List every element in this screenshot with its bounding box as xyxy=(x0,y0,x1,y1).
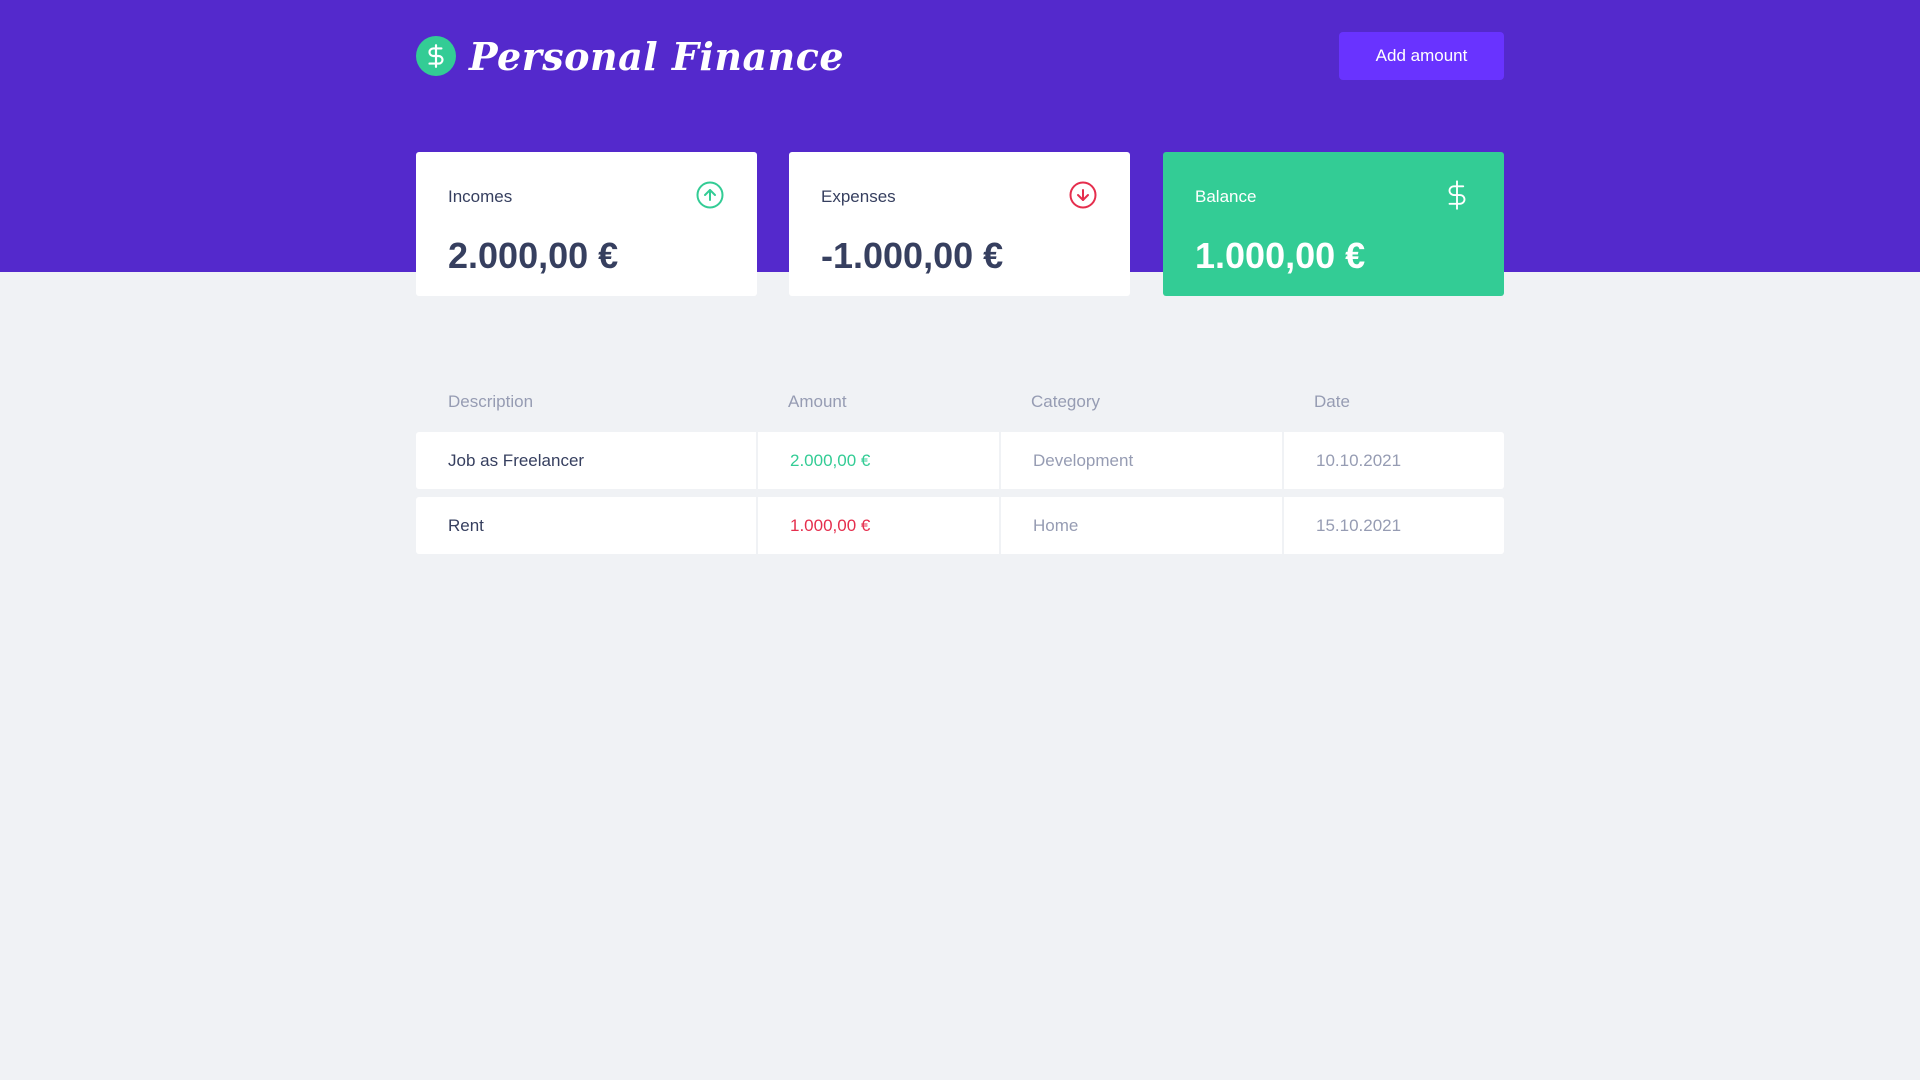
expenses-label: Expenses xyxy=(821,187,896,206)
arrow-up-circle-icon xyxy=(695,180,725,215)
dollar-logo-icon xyxy=(416,36,456,76)
row-description: Job as Freelancer xyxy=(448,450,585,470)
arrow-down-circle-icon xyxy=(1068,180,1098,215)
row-category: Development xyxy=(999,432,1282,489)
row-date: 15.10.2021 xyxy=(1282,497,1504,554)
column-header-amount: Amount xyxy=(788,392,847,411)
table-header: Description Amount Category Date xyxy=(416,372,1504,432)
column-header-date: Date xyxy=(1314,392,1350,411)
incomes-label: Incomes xyxy=(448,187,513,206)
app-title: Personal Finance xyxy=(469,33,845,79)
row-amount: 2.000,00 € xyxy=(756,432,999,489)
balance-value: 1.000,00 € xyxy=(1195,235,1366,276)
transactions-table: Description Amount Category Date Job as … xyxy=(416,372,1504,562)
row-description: Rent xyxy=(448,515,484,535)
incomes-value: 2.000,00 € xyxy=(448,235,619,276)
dollar-icon xyxy=(1442,178,1472,217)
table-row[interactable]: Rent 1.000,00 € Home 15.10.2021 xyxy=(416,497,1504,554)
balance-label: Balance xyxy=(1195,187,1257,206)
balance-card: Balance 1.000,00 € xyxy=(1163,152,1504,296)
add-amount-button[interactable]: Add amount xyxy=(1339,32,1504,80)
row-category: Home xyxy=(999,497,1282,554)
column-header-category: Category xyxy=(1031,392,1100,411)
table-row[interactable]: Job as Freelancer 2.000,00 € Development… xyxy=(416,432,1504,489)
column-header-description: Description xyxy=(448,392,534,411)
incomes-card: Incomes 2.000,00 € xyxy=(416,152,757,296)
expenses-card: Expenses -1.000,00 € xyxy=(789,152,1130,296)
expenses-value: -1.000,00 € xyxy=(821,235,1004,276)
brand: Personal Finance xyxy=(416,32,844,80)
row-amount: 1.000,00 € xyxy=(756,497,999,554)
row-date: 10.10.2021 xyxy=(1282,432,1504,489)
